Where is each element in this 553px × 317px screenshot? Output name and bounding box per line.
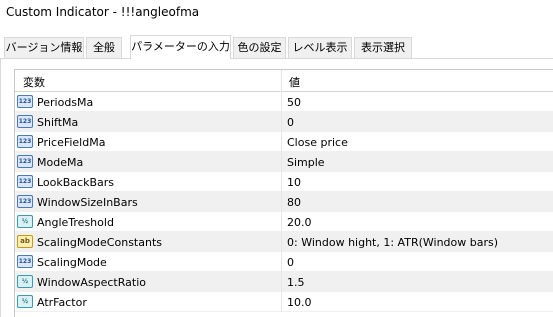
parameter-name: PeriodsMa [37, 96, 94, 109]
table-row[interactable]: ½ AtrFactor 10.0 [15, 292, 553, 312]
table-row[interactable]: 123 ModeMa Simple [15, 152, 553, 172]
cell-separator [281, 172, 282, 192]
parameters-grid: 変数 値 123 PeriodsMa 50 123 ShiftMa 0 123 PriceFi… [14, 69, 553, 317]
tab-general[interactable]: 全般 [86, 37, 122, 58]
parameter-value[interactable]: 80 [287, 196, 301, 209]
cell-separator [281, 112, 282, 132]
parameter-name: AngleTreshold [37, 216, 114, 229]
table-row[interactable]: ½ WindowAspectRatio 1.5 [15, 272, 553, 292]
parameter-value[interactable]: Simple [287, 156, 325, 169]
cell-separator [281, 212, 282, 232]
cell-separator [281, 252, 282, 272]
double-icon: ½ [17, 215, 33, 228]
parameter-value[interactable]: Close price [287, 136, 348, 149]
parameter-value[interactable]: 0 [287, 256, 294, 269]
parameter-value[interactable]: 50 [287, 96, 301, 109]
tab-color-settings[interactable]: 色の設定 [233, 37, 286, 58]
integer-icon: 123 [17, 195, 33, 208]
parameter-name: AtrFactor [37, 296, 87, 309]
double-icon: ½ [17, 295, 33, 308]
parameter-value[interactable]: 0 [287, 116, 294, 129]
string-icon: ab [17, 235, 33, 248]
tab-input-parameters[interactable]: パラメーターの入力 [130, 35, 231, 59]
integer-icon: 123 [17, 115, 33, 128]
parameter-name: ScalingMode [37, 256, 107, 269]
tab-levels[interactable]: レベル表示 [288, 37, 352, 58]
title-bar: Custom Indicator - !!!angleofma [0, 0, 553, 26]
parameter-name: WindowSizeInBars [37, 196, 138, 209]
parameter-value[interactable]: 1.5 [287, 276, 305, 289]
integer-icon: 123 [17, 155, 33, 168]
table-row[interactable]: 123 ShiftMa 0 [15, 112, 553, 132]
table-row[interactable]: ab ScalingModeConstants 0: Window hight, 1… [15, 232, 553, 252]
double-icon: ½ [17, 275, 33, 288]
cell-separator [281, 192, 282, 212]
cell-separator [281, 92, 282, 112]
cell-separator [281, 272, 282, 292]
window-title: Custom Indicator - !!!angleofma [6, 5, 200, 19]
cell-separator [281, 232, 282, 252]
table-row[interactable]: 123 ScalingMode 0 [15, 252, 553, 272]
cell-separator [281, 152, 282, 172]
column-header-variable[interactable]: 変数 [23, 74, 45, 90]
integer-icon: 123 [17, 255, 33, 268]
parameter-value[interactable]: 20.0 [287, 216, 312, 229]
parameter-value[interactable]: 10.0 [287, 296, 312, 309]
parameter-value[interactable]: 0: Window hight, 1: ATR(Window bars) [287, 236, 498, 249]
cell-separator [281, 132, 282, 152]
integer-icon: 123 [17, 135, 33, 148]
parameter-name: LookBackBars [37, 176, 115, 189]
table-row[interactable]: 123 LookBackBars 10 [15, 172, 553, 192]
parameter-value[interactable]: 10 [287, 176, 301, 189]
table-row[interactable]: ½ AngleTreshold 20.0 [15, 212, 553, 232]
parameter-name: ModeMa [37, 156, 84, 169]
integer-icon: 123 [17, 175, 33, 188]
cell-separator [281, 292, 282, 312]
table-row[interactable]: 123 WindowSizeInBars 80 [15, 192, 553, 212]
tab-bar: バージョン情報 全般 パラメーターの入力 色の設定 レベル表示 表示選択 [0, 35, 553, 59]
column-header-value[interactable]: 値 [289, 74, 300, 90]
column-separator [281, 70, 282, 92]
parameter-name: WindowAspectRatio [37, 276, 146, 289]
tab-version-info[interactable]: バージョン情報 [4, 37, 84, 58]
table-row[interactable]: 123 PriceFieldMa Close price [15, 132, 553, 152]
parameter-name: ShiftMa [37, 116, 79, 129]
grid-header: 変数 値 [15, 70, 553, 92]
tab-visualization[interactable]: 表示選択 [354, 37, 412, 58]
table-row[interactable]: 123 PeriodsMa 50 [15, 92, 553, 112]
parameter-name: ScalingModeConstants [37, 236, 162, 249]
integer-icon: 123 [17, 95, 33, 108]
parameter-name: PriceFieldMa [37, 136, 106, 149]
